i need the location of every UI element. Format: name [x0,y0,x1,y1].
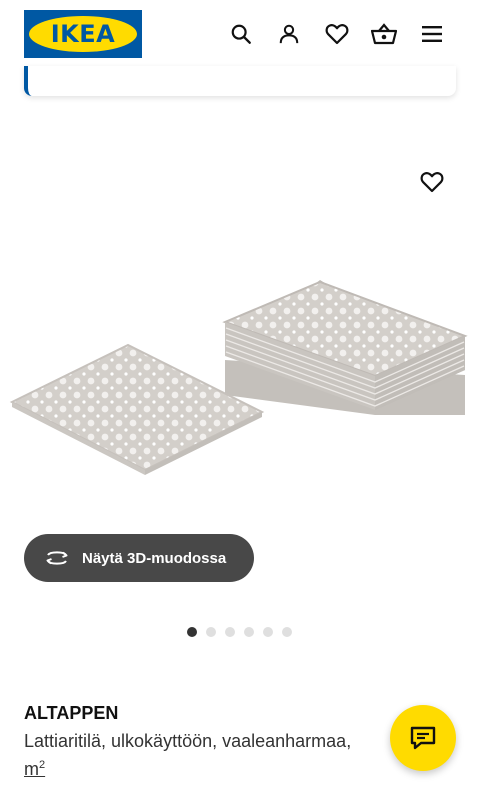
unit-text: m [24,759,39,779]
add-to-favourites-button[interactable] [414,164,450,200]
image-carousel-dots [187,627,292,637]
basket-icon[interactable] [368,18,400,50]
heart-icon [420,172,444,193]
ikea-logo[interactable]: IKEA [24,10,142,58]
account-icon[interactable] [273,18,305,50]
carousel-dot[interactable] [206,627,216,637]
carousel-dot[interactable] [225,627,235,637]
unit-exponent: 2 [39,759,46,771]
logo-text: IKEA [50,20,116,48]
carousel-dot[interactable] [244,627,254,637]
carousel-dot[interactable] [263,627,273,637]
chat-button[interactable] [390,705,456,771]
heart-icon[interactable] [321,18,353,50]
view-3d-button[interactable]: Näytä 3D-muodossa [24,534,254,582]
product-name: ALTAPPEN [24,703,119,723]
menu-icon[interactable] [416,18,448,50]
view-3d-label: Näytä 3D-muodossa [82,549,227,567]
chat-icon [410,726,436,750]
logo-oval: IKEA [29,16,137,52]
site-header: IKEA [0,0,480,68]
product-unit-link[interactable]: m2 [24,759,45,780]
rotate-3d-icon [46,551,68,565]
carousel-dot[interactable] [187,627,197,637]
carousel-dot[interactable] [282,627,292,637]
product-image[interactable] [0,150,480,570]
info-card-edge [24,66,456,96]
search-icon[interactable] [225,18,257,50]
